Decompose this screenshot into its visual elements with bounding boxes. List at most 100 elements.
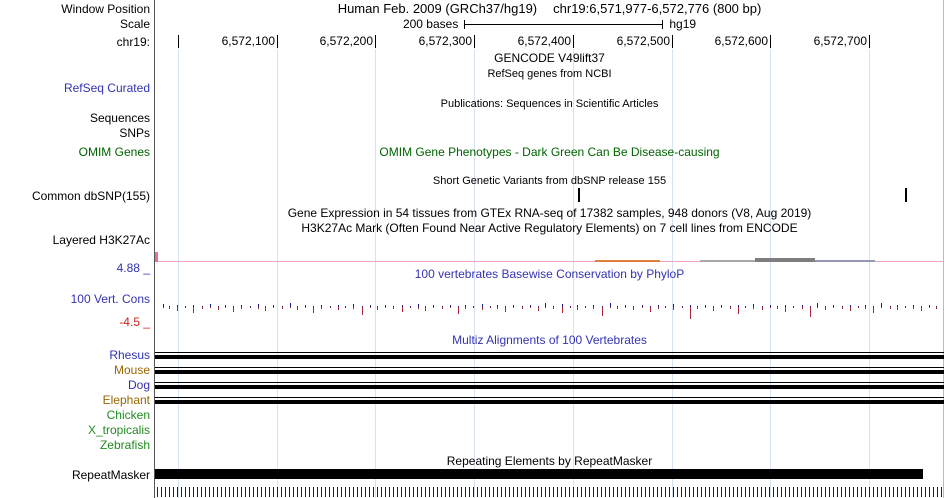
bottom-tick [873,487,874,497]
phylop-tick-negative [865,307,866,309]
h3k27ac-signal-segment [755,258,815,262]
phylop-tick-negative [936,307,937,309]
phylop-title[interactable]: 100 vertebrates Basewise Conservation by… [155,267,944,281]
track-label-multiz-x_tropicalis[interactable]: X_tropicalis [88,423,150,437]
dbsnp-variant-tick[interactable] [905,188,907,202]
multiz-alignment-rhesus[interactable] [155,352,944,360]
repeatmasker-title[interactable]: Repeating Elements by RepeatMasker [155,454,944,468]
phylop-tick-negative [553,307,554,309]
bottom-tick [445,487,446,497]
phylop-tick-negative [745,307,746,308]
dbsnp-track[interactable] [155,188,944,202]
scale-bar [464,19,664,29]
track-label-multiz-elephant[interactable]: Elephant [103,393,150,407]
multiz-title[interactable]: Multiz Alignments of 100 Vertebrates [155,333,944,347]
gtex-title[interactable]: Gene Expression in 54 tissues from GTEx … [155,206,944,220]
track-label-multiz-mouse[interactable]: Mouse [114,363,150,377]
base-position-ruler[interactable]: 6,572,100 6,572,200 6,572,300 6,572,400 6,57… [155,33,944,49]
omim-title[interactable]: OMIM Gene Phenotypes - Dark Green Can Be… [155,145,944,159]
phylop-tick-negative [617,307,618,309]
bottom-tick [705,487,706,497]
bottom-tick [457,487,458,497]
bottom-tick [357,487,358,497]
track-label-multiz-chicken[interactable]: Chicken [107,408,150,422]
bottom-tick [857,487,858,497]
track-label-snps[interactable]: SNPs [119,126,150,140]
bottom-tick [585,487,586,497]
multiz-alignment-mouse[interactable] [155,367,944,375]
phylop-tick-negative [850,307,851,311]
phylop-tick-negative [305,307,306,308]
phylop-tick-negative [513,307,514,308]
bottom-tick [921,487,922,497]
phylop-tick-negative [785,307,786,312]
track-label-repeatmasker[interactable]: RepeatMasker [72,468,150,482]
bottom-tick [621,487,622,497]
phylop-tick-negative [530,307,531,308]
phylop-tick-negative [193,307,194,313]
track-display-area[interactable]: Human Feb. 2009 (GRCh37/hg19) chr19:6,57… [155,0,944,498]
track-label-cons-max: 4.88 _ [116,261,150,275]
phylop-tick-negative [570,307,571,308]
alignment-line [155,352,944,353]
track-label-multiz-rhesus[interactable]: Rhesus [109,348,150,362]
phylop-tick-negative [562,307,563,313]
layered-h3k27ac-track[interactable] [155,250,944,264]
phylop-tick-negative [218,307,219,310]
multiz-alignment-elephant[interactable] [155,397,944,405]
track-labels-column: Window Position Scale chr19: RefSeq Curated… [0,0,152,498]
bottom-tick [541,487,542,497]
dbsnp-variant-tick[interactable] [578,188,580,202]
multiz-alignment-dog[interactable] [155,382,944,390]
bottom-tick [897,487,898,497]
bottom-tick [397,487,398,497]
bottom-tick [545,487,546,497]
phylop-tick-negative [753,307,754,309]
track-label-omim-genes[interactable]: OMIM Genes [79,145,150,159]
phylop-tick-negative [163,307,164,308]
h3k27ac-signal-segment [595,260,660,262]
phylop-tick-negative [273,307,274,308]
phylop-tick-negative [353,307,354,309]
publications-title[interactable]: Publications: Sequences in Scientific Ar… [155,97,944,111]
bottom-tick [793,487,794,497]
track-label-vert-cons[interactable]: 100 Vert. Cons [71,292,150,306]
track-label-multiz-zebrafish[interactable]: Zebrafish [100,438,150,452]
bottom-tick [929,487,930,497]
gencode-title[interactable]: GENCODE V49lift37 [155,51,944,65]
track-label-layered-h3k27ac[interactable]: Layered H3K27Ac [53,233,150,247]
bottom-tick [229,487,230,497]
bottom-tick [165,487,166,497]
dbsnp-title[interactable]: Short Genetic Variants from dbSNP releas… [155,174,944,188]
bottom-tick [185,487,186,497]
bottom-tick [221,487,222,497]
bottom-tick [561,487,562,497]
alignment-bar [155,385,944,389]
bottom-tick [841,487,842,497]
alignment-bar [155,355,944,359]
bottom-tick [785,487,786,497]
bottom-tick [369,487,370,497]
alignment-line [155,382,944,383]
track-label-common-dbsnp[interactable]: Common dbSNP(155) [32,189,150,203]
bottom-tick [745,487,746,497]
repeatmasker-element-bar[interactable] [155,469,923,479]
phylop-conservation-track[interactable] [155,285,944,325]
track-label-sequences[interactable]: Sequences [90,111,150,125]
bottom-tick [181,487,182,497]
bottom-tick [389,487,390,497]
phylop-tick-negative [777,307,778,309]
bottom-tick [549,487,550,497]
bottom-tick [869,487,870,497]
phylop-tick-negative [682,307,683,308]
phylop-tick-negative [697,307,698,309]
phylop-tick-negative [393,307,394,309]
h3k27ac-title[interactable]: H3K27Ac Mark (Often Found Near Active Re… [155,221,944,235]
phylop-tick-negative [897,307,898,310]
bottom-tick [225,487,226,497]
bottom-tick [573,487,574,497]
phylop-tick-negative [593,307,594,309]
phylop-tick-negative [402,307,403,312]
track-label-multiz-dog[interactable]: Dog [128,378,150,392]
track-label-refseq-curated[interactable]: RefSeq Curated [64,81,150,95]
